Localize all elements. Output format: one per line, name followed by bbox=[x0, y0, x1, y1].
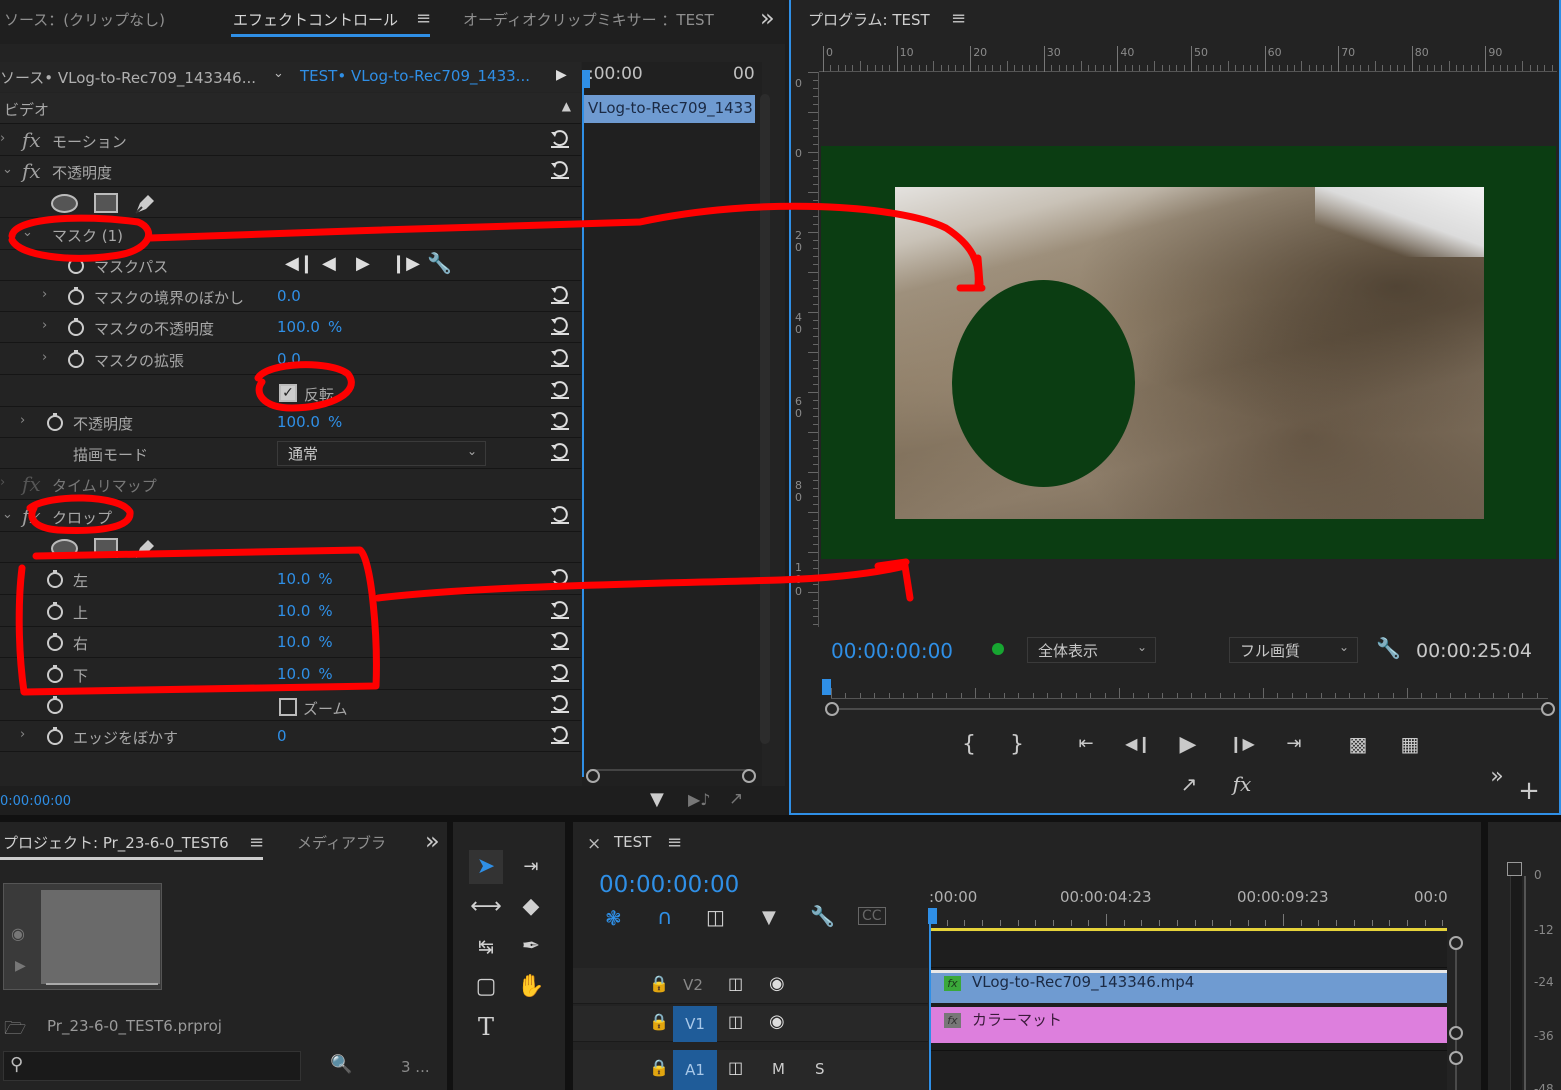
annotation-crop-arrow bbox=[374, 558, 914, 602]
annotation-mask-arrow bbox=[146, 202, 986, 292]
annotation-mask-circle bbox=[8, 214, 152, 262]
annotation-crop-circle bbox=[26, 494, 134, 534]
annotation-invert-circle bbox=[254, 361, 355, 412]
red-annotation-overlay bbox=[8, 202, 986, 696]
annotation-crop-box bbox=[15, 546, 380, 696]
